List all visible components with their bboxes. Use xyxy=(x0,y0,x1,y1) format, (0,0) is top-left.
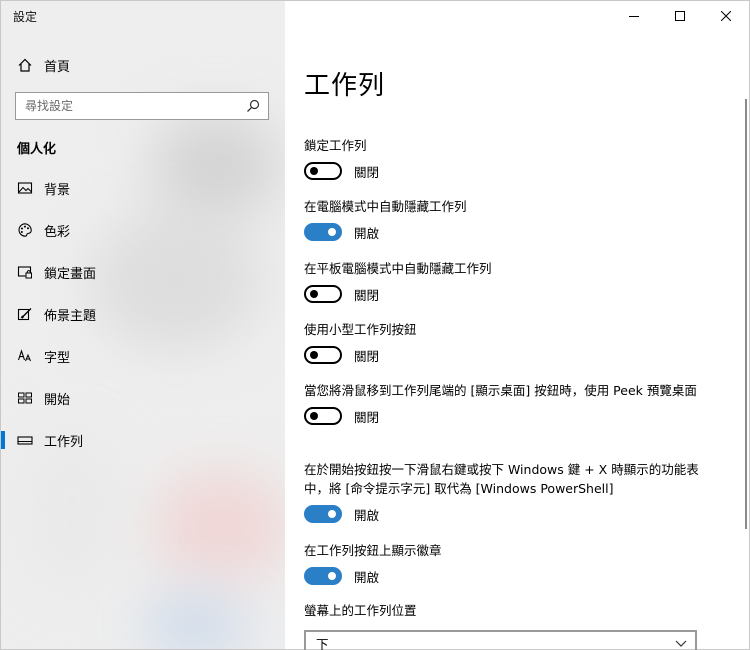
main-pane: 工作列 鎖定工作列 關閉 在電腦模式中自動隱藏工作列 開啟 在平板電腦模式中自動… xyxy=(285,1,749,650)
sidebar-item-label: 開始 xyxy=(44,392,71,408)
sidebar-item-label: 工作列 xyxy=(44,434,84,450)
sidebar-item-background[interactable]: 背景 xyxy=(1,167,285,209)
nav-list: 背景 色彩 鎖定畫面 佈景主題 字型 開始 工作列 xyxy=(1,167,285,461)
search-box[interactable] xyxy=(15,92,269,120)
sidebar-item-label: 色彩 xyxy=(44,224,71,240)
font-icon xyxy=(17,348,33,364)
setting-taskbar-position: 螢幕上的工作列位置 下 xyxy=(304,601,704,650)
setting-small-buttons: 使用小型工作列按鈕 關閉 xyxy=(304,320,704,365)
sidebar-item-start[interactable]: 開始 xyxy=(1,377,285,419)
theme-brush-icon xyxy=(17,306,33,322)
home-icon xyxy=(17,57,33,73)
minimize-button[interactable] xyxy=(611,1,657,31)
dropdown-value: 下 xyxy=(316,636,329,650)
sidebar-item-colors[interactable]: 色彩 xyxy=(1,209,285,251)
maximize-button[interactable] xyxy=(657,1,703,31)
setting-lock-taskbar: 鎖定工作列 關閉 xyxy=(304,136,704,181)
badges-toggle[interactable] xyxy=(304,567,342,585)
search-icon[interactable] xyxy=(245,98,261,114)
sidebar-item-label: 背景 xyxy=(44,182,71,198)
start-icon xyxy=(17,390,33,406)
setting-label: 鎖定工作列 xyxy=(304,138,367,153)
taskbar-icon xyxy=(17,432,33,448)
maximize-icon xyxy=(675,11,685,21)
toggle-state: 開啟 xyxy=(354,507,380,523)
chevron-down-icon xyxy=(675,640,687,647)
window-title: 設定 xyxy=(13,10,38,24)
search-input[interactable] xyxy=(16,92,245,120)
lock-screen-icon xyxy=(17,264,33,280)
toggle-state: 關閉 xyxy=(354,409,380,425)
window-controls xyxy=(611,1,749,31)
sidebar-item-label: 佈景主題 xyxy=(44,308,97,324)
close-button[interactable] xyxy=(703,1,749,31)
peek-toggle[interactable] xyxy=(304,407,342,425)
setting-badges: 在工作列按鈕上顯示徽章 開啟 xyxy=(304,541,704,586)
settings-window: 設定 首頁 個人化 背景 xyxy=(0,0,750,650)
setting-label: 在電腦模式中自動隱藏工作列 xyxy=(304,199,467,214)
page-title: 工作列 xyxy=(304,71,386,102)
autohide-tablet-toggle[interactable] xyxy=(304,285,342,303)
setting-label: 使用小型工作列按鈕 xyxy=(304,322,417,337)
sidebar-item-taskbar[interactable]: 工作列 xyxy=(1,419,285,461)
home-nav-item[interactable]: 首頁 xyxy=(17,55,70,75)
toggle-state: 開啟 xyxy=(354,569,380,585)
sidebar-item-label: 鎖定畫面 xyxy=(44,266,97,282)
close-icon xyxy=(721,11,731,21)
picture-icon xyxy=(17,180,33,196)
powershell-toggle[interactable] xyxy=(304,505,342,523)
setting-label: 在於開始按鈕按一下滑鼠右鍵或按下 Windows 鍵 + X 時顯示的功能表中，… xyxy=(304,462,699,496)
sidebar-item-label: 字型 xyxy=(44,350,71,366)
setting-autohide-tablet: 在平板電腦模式中自動隱藏工作列 關閉 xyxy=(304,259,704,304)
setting-powershell: 在於開始按鈕按一下滑鼠右鍵或按下 Windows 鍵 + X 時顯示的功能表中，… xyxy=(304,460,704,524)
section-title: 個人化 xyxy=(17,142,57,157)
scrollbar[interactable] xyxy=(745,99,747,529)
small-buttons-toggle[interactable] xyxy=(304,346,342,364)
toggle-state: 關閉 xyxy=(354,287,380,303)
autohide-desktop-toggle[interactable] xyxy=(304,223,342,241)
toggle-state: 關閉 xyxy=(354,164,380,180)
home-label: 首頁 xyxy=(44,59,71,75)
sidebar-item-fonts[interactable]: 字型 xyxy=(1,335,285,377)
setting-autohide-desktop: 在電腦模式中自動隱藏工作列 開啟 xyxy=(304,197,704,242)
sidebar: 設定 首頁 個人化 背景 xyxy=(1,1,285,649)
toggle-state: 開啟 xyxy=(354,225,380,241)
sidebar-item-themes[interactable]: 佈景主題 xyxy=(1,293,285,335)
setting-label: 在平板電腦模式中自動隱藏工作列 xyxy=(304,261,492,276)
taskbar-position-dropdown[interactable]: 下 xyxy=(304,630,697,650)
setting-label: 在工作列按鈕上顯示徽章 xyxy=(304,543,442,558)
sidebar-item-lock-screen[interactable]: 鎖定畫面 xyxy=(1,251,285,293)
setting-peek: 當您將滑鼠移到工作列尾端的 [顯示桌面] 按鈕時，使用 Peek 預覽桌面 關閉 xyxy=(304,381,704,426)
palette-icon xyxy=(17,222,33,238)
setting-label: 螢幕上的工作列位置 xyxy=(304,603,417,618)
minimize-icon xyxy=(629,16,639,17)
setting-label: 當您將滑鼠移到工作列尾端的 [顯示桌面] 按鈕時，使用 Peek 預覽桌面 xyxy=(304,383,697,398)
toggle-state: 關閉 xyxy=(354,348,380,364)
lock-taskbar-toggle[interactable] xyxy=(304,162,342,180)
